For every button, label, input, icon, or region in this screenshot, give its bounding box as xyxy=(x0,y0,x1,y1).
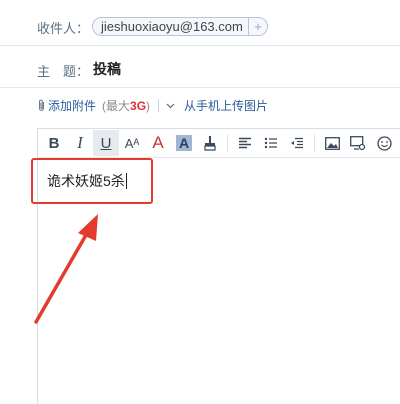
annotation-arrow xyxy=(34,214,98,324)
